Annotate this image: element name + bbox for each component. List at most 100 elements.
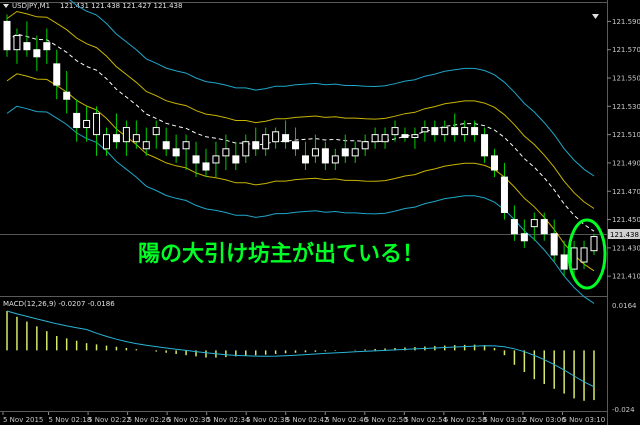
price-tick-label: 121.490 [612,159,640,167]
candle-bull [411,134,419,138]
time-tick-label: 5 Nov 02:46 [325,416,368,424]
time-tick-label: 5 Nov 2015 [3,416,43,424]
time-axis: 5 Nov 2015 5 Nov 02:185 Nov 02:225 Nov 02… [2,412,605,424]
candle-bull [272,131,280,143]
price-tick-label: 121.530 [612,103,640,111]
candle-bull [361,141,369,150]
candle-bull [93,112,101,136]
candle-bear [451,127,459,136]
time-tick-label: 5 Nov 02:42 [286,416,329,424]
dropdown-triangle-icon[interactable] [3,4,9,8]
time-tick-label: 5 Nov 02:38 [246,416,289,424]
macd-signal-line [6,310,595,388]
macd-axis-top: 0.0164 [612,302,637,310]
candle-bear [292,141,300,150]
candle-bear [172,148,180,157]
candle-bull [381,134,389,143]
price-axis: 121.590 121.570 121.550 121.530 121.510 121.4… [607,18,640,281]
time-tick-label: 5 Nov 02:26 [128,416,171,424]
macd-axis-bottom: -0.024 [612,406,635,414]
candle-bear [520,233,528,242]
macd-label: MACD(12,26,9) -0.0207 -0.0186 [3,300,115,308]
price-tick-label: 121.450 [612,216,640,224]
candle-bear [63,91,71,100]
candle-bull [580,247,588,263]
time-tick-label: 5 Nov 02:30 [167,416,210,424]
candle-bull [222,148,230,157]
candle-bull [262,134,270,150]
time-tick-label: 5 Nov 03:10 [562,416,605,424]
price-tick-label: 121.470 [612,188,640,196]
candle-bear [401,134,409,138]
candle-bear [162,141,170,150]
symbol-label: USDJPY,M1 [12,2,50,10]
price-tick-label: 121.550 [612,75,640,83]
candle-bear [491,155,499,171]
time-tick-label: 5 Nov 03:06 [523,416,566,424]
candle-bull [212,155,220,164]
candle-bull [152,127,160,136]
collapse-triangle-icon[interactable] [592,14,599,19]
candle-bull [421,127,429,133]
time-tick-label: 5 Nov 02:58 [444,416,487,424]
candle-bull [351,148,359,157]
candle-bull [530,219,538,228]
candle-bear [540,219,548,235]
candlestick-series [3,14,598,277]
upper-outer-band [69,0,595,177]
candle-bull [570,247,578,270]
time-tick-label: 5 Nov 03:02 [483,416,526,424]
candle-bear [560,254,568,270]
candle-bear [282,134,290,143]
candle-bear [232,155,240,164]
time-tick-label: 5 Nov 02:50 [365,416,408,424]
candle-bear [53,63,61,86]
macd-header: MACD(12,26,9) -0.0207 -0.0186 [3,300,115,308]
candle-bear [510,219,518,235]
candle-bear [481,134,489,157]
price-tick-label: 121.410 [612,273,640,281]
candle-bull [132,134,140,143]
candle-bear [3,20,11,51]
candle-bear [73,112,81,129]
candle-bull [83,119,91,129]
close-area [592,14,599,19]
price-tick-label: 121.590 [612,18,640,26]
chart-canvas[interactable]: USDJPY,M1 121.431 121.438 121.427 121.43… [0,0,640,425]
candle-bear [471,127,479,136]
candle-bear [23,42,31,51]
candle-bear [550,233,558,256]
candle-bear [43,42,51,51]
price-tick-label: 121.430 [612,244,640,252]
main-chart-frame [0,0,608,425]
candle-bull [182,141,190,150]
time-tick-label: 5 Nov 02:54 [404,416,447,424]
candle-bull [142,141,150,150]
candle-bear [192,155,200,164]
candle-bear [202,162,210,171]
candle-bull [590,236,598,252]
candle-bull [461,127,469,136]
candle-bear [33,49,41,58]
price-tick-label: 121.510 [612,131,640,139]
candle-bull [242,141,250,157]
current-price-tag: 121.438 [608,229,640,239]
candle-bull [13,35,21,51]
candle-bear [341,148,349,157]
candle-bull [102,134,110,150]
candle-bull [331,155,339,164]
candle-bull [441,127,449,136]
candle-bear [301,155,309,164]
candle-bear [321,148,329,164]
candle-bear [252,141,260,150]
candle-bull [371,134,379,143]
candle-bear [431,127,439,136]
time-tick-label: 5 Nov 02:22 [88,416,131,424]
candle-bull [311,148,319,157]
candle-bull [122,127,130,143]
candle-bull [391,127,399,136]
candle-bear [500,176,508,213]
macd-panel [6,310,595,401]
price-tick-label: 121.570 [612,46,640,54]
time-tick-label: 5 Nov 02:18 [49,416,92,424]
